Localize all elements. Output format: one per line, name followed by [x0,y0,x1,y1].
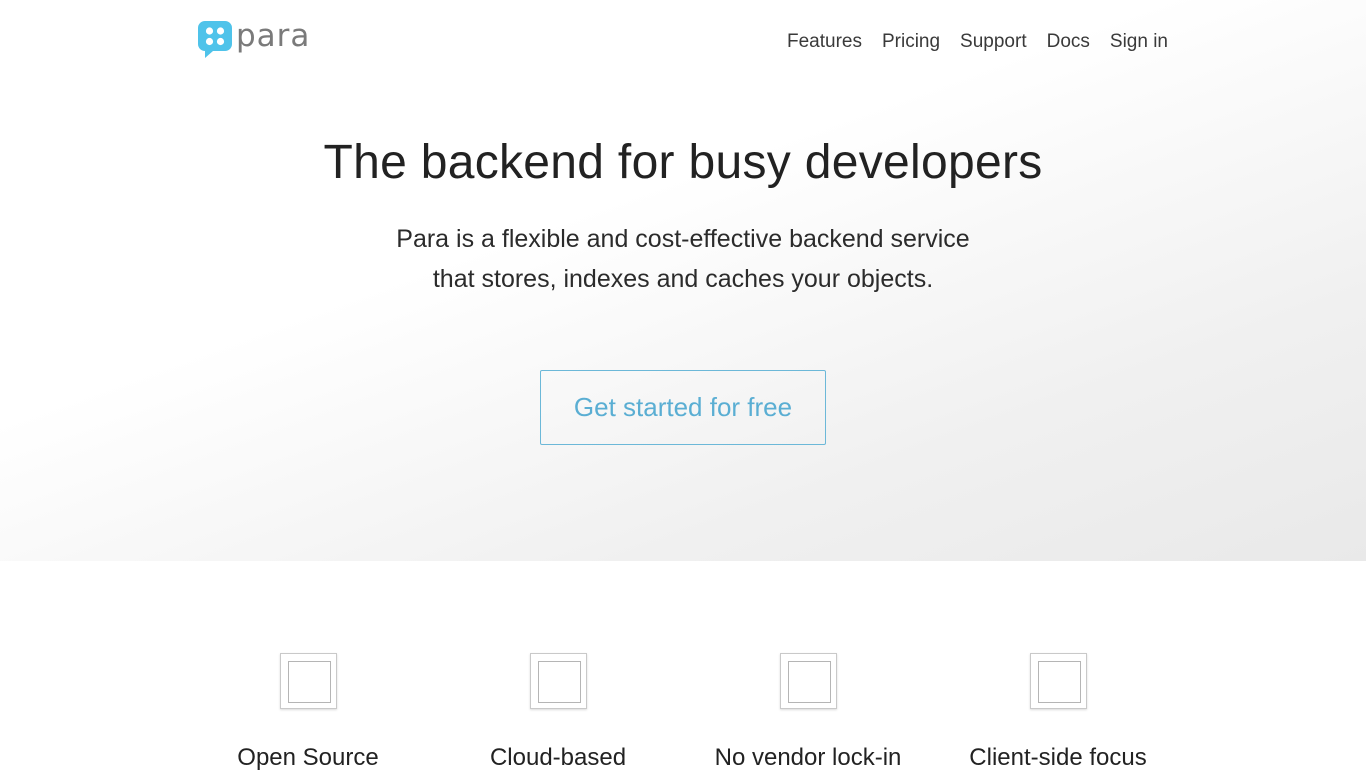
nav-link-support[interactable]: Support [960,31,1027,52]
hero-headline: The backend for busy developers [323,136,1043,189]
hero-section: para Features Pricing Support Docs Sign … [0,0,1366,561]
nav-item-support: Support [960,30,1027,54]
hero-subheadline: Para is a flexible and cost-effective ba… [0,219,1366,299]
feature-placeholder-icon [1029,653,1087,709]
features-section: Open Source Cloud-based No vendor lock-i… [0,561,1366,771]
feature-placeholder-icon [529,653,587,709]
feature-placeholder-icon [279,653,337,709]
nav-item-features: Features [787,30,862,54]
hero-subheadline-line-1: Para is a flexible and cost-effective ba… [396,225,970,253]
nav-item-sign-in: Sign in [1110,30,1168,54]
nav-item-pricing: Pricing [882,30,940,54]
feature-no-vendor-lock-in: No vendor lock-in [683,653,933,773]
feature-client-side-focus: Client-side focus [933,653,1183,773]
navbar: para Features Pricing Support Docs Sign … [0,0,1366,84]
brand-logo-link[interactable]: para [197,18,311,59]
nav-item-docs: Docs [1047,30,1090,54]
feature-open-source: Open Source [183,653,433,773]
feature-title: Open Source [237,744,379,771]
feature-cloud-based: Cloud-based [433,653,683,773]
nav-link-features[interactable]: Features [787,31,862,52]
para-logo-icon [198,21,232,58]
feature-title: Cloud-based [489,744,627,771]
hero-subheadline-line-2: that stores, indexes and caches your obj… [432,265,934,293]
main-nav: Features Pricing Support Docs Sign in [767,30,1168,54]
brand-wordmark: para [236,18,311,54]
nav-link-sign-in[interactable]: Sign in [1110,31,1168,52]
feature-title: No vendor lock-in [714,744,902,771]
nav-link-pricing[interactable]: Pricing [882,31,940,52]
feature-placeholder-icon [779,653,837,709]
get-started-button[interactable]: Get started for free [540,370,826,445]
nav-link-docs[interactable]: Docs [1047,31,1090,52]
feature-title: Client-side focus [969,744,1147,771]
